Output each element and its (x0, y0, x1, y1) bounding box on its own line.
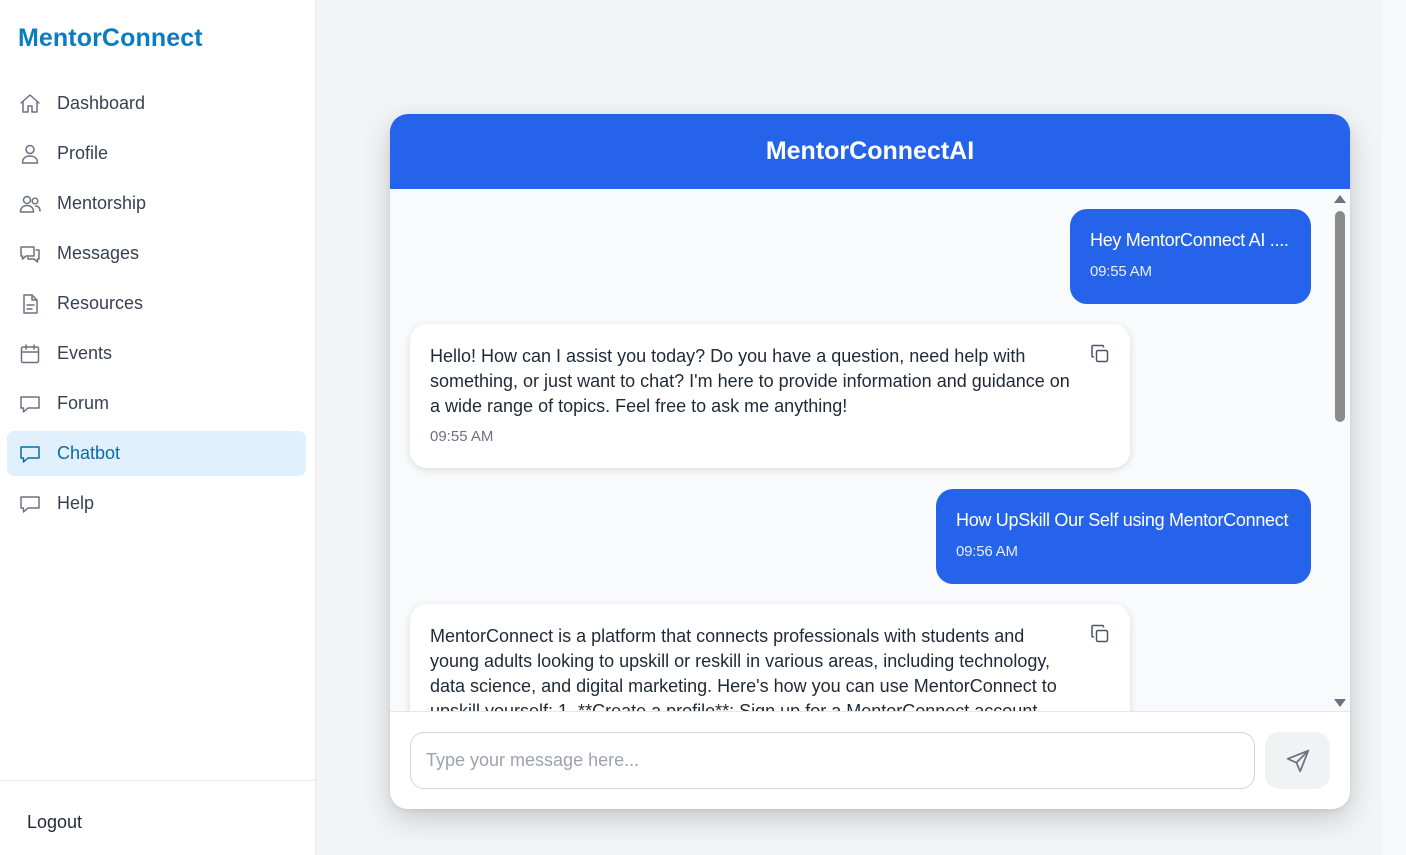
sidebar-nav: Dashboard Profile Mentorship Messages Re… (7, 81, 306, 531)
sidebar-item-label: Resources (57, 293, 144, 313)
message-time: 09:55 AM (430, 428, 494, 445)
sidebar-item-label: Dashboard (57, 93, 146, 113)
user-message: How UpSkill Our Self using MentorConnect… (936, 489, 1311, 584)
message-text: How UpSkill Our Self using MentorConnect (956, 510, 1289, 530)
message-time: 09:55 AM (1090, 263, 1152, 280)
scroll-up-arrow-icon[interactable] (1334, 195, 1346, 203)
chat-bubble-icon (18, 442, 42, 466)
sidebar-item-help[interactable]: Help (7, 481, 306, 526)
user-icon (18, 142, 42, 166)
sidebar-item-label: Mentorship (57, 193, 147, 213)
page-edge (1382, 0, 1406, 855)
sidebar-item-mentorship[interactable]: Mentorship (7, 181, 306, 226)
user-message: Hey MentorConnect AI .... 09:55 AM (1070, 209, 1311, 304)
message-text: Hey MentorConnect AI .... (1090, 230, 1289, 250)
send-button[interactable] (1265, 732, 1330, 789)
sidebar-divider (0, 780, 316, 781)
message-input[interactable] (410, 732, 1255, 789)
chat-input-bar (390, 711, 1350, 809)
brand-logo[interactable]: MentorConnect (18, 24, 203, 53)
main-gutter (317, 0, 357, 855)
sidebar-item-events[interactable]: Events (7, 331, 306, 376)
message-time: 09:56 AM (956, 543, 1018, 560)
copy-icon[interactable] (1088, 342, 1112, 366)
chat-bubble-icon (18, 392, 42, 416)
scrollbar[interactable] (1330, 189, 1350, 711)
sidebar-item-chatbot[interactable]: Chatbot (7, 431, 306, 476)
document-icon (18, 292, 42, 316)
sidebar-item-messages[interactable]: Messages (7, 231, 306, 276)
logout-button[interactable]: Logout (27, 812, 82, 833)
sidebar-item-resources[interactable]: Resources (7, 281, 306, 326)
sidebar-item-label: Forum (57, 393, 110, 413)
chat-bubbles-icon (18, 242, 42, 266)
sidebar-item-label: Profile (57, 143, 109, 163)
chat-bubble-icon (18, 492, 42, 516)
bot-message: Hello! How can I assist you today? Do yo… (410, 324, 1130, 468)
scrollbar-thumb[interactable] (1335, 211, 1345, 422)
sidebar-item-label: Help (57, 493, 95, 513)
sidebar-item-profile[interactable]: Profile (7, 131, 306, 176)
sidebar: MentorConnect Dashboard Profile Mentorsh… (0, 0, 316, 855)
chat-messages[interactable]: Hey MentorConnect AI .... 09:55 AM Hello… (390, 189, 1350, 711)
chat-title: MentorConnectAI (390, 114, 1350, 189)
sidebar-item-label: Chatbot (57, 443, 121, 463)
sidebar-item-label: Events (57, 343, 113, 363)
sidebar-item-label: Messages (57, 243, 140, 263)
calendar-icon (18, 342, 42, 366)
send-icon (1286, 749, 1309, 772)
copy-icon[interactable] (1088, 622, 1112, 646)
users-icon (18, 192, 42, 216)
scroll-down-arrow-icon[interactable] (1334, 699, 1346, 707)
sidebar-item-dashboard[interactable]: Dashboard (7, 81, 306, 126)
home-icon (18, 92, 42, 116)
chat-window: MentorConnectAI Hey MentorConnect AI ...… (390, 114, 1350, 809)
sidebar-item-forum[interactable]: Forum (7, 381, 306, 426)
message-text: Hello! How can I assist you today? Do yo… (430, 346, 1070, 416)
message-text: MentorConnect is a platform that connect… (430, 626, 1057, 711)
bot-message: MentorConnect is a platform that connect… (410, 604, 1130, 711)
